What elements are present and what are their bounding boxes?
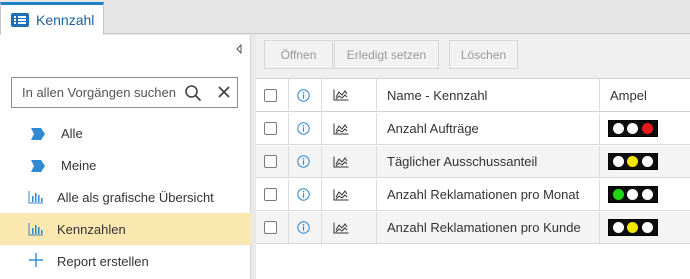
- sidebar-item-grafische-uebersicht[interactable]: Alle als grafische Übersicht: [0, 181, 251, 213]
- column-header-ampel-label: Ampel: [610, 87, 647, 103]
- clear-search-icon[interactable]: [218, 86, 230, 98]
- row-checkbox[interactable]: [264, 122, 277, 135]
- table-row[interactable]: Anzahl Reklamationen pro Monat: [256, 179, 690, 211]
- traffic-light-yellow: [627, 156, 639, 167]
- sidebar-item-meine[interactable]: Meine: [0, 149, 251, 181]
- table-header: Name - Kennzahl Ampel: [256, 78, 690, 112]
- open-button[interactable]: Öffnen: [264, 40, 333, 69]
- main-panel: Öffnen Erledigt setzen Löschen Name - Ke…: [256, 35, 690, 279]
- bar-chart-icon: [28, 223, 43, 236]
- traffic-light-white: [612, 156, 624, 167]
- traffic-light-white: [627, 123, 639, 134]
- search-box: [11, 77, 238, 108]
- traffic-light-indicator: [608, 120, 658, 137]
- collapse-sidebar-icon[interactable]: [235, 44, 243, 54]
- bar-chart-icon: [28, 191, 43, 204]
- column-header-name-label: Name - Kennzahl: [387, 87, 488, 103]
- sidebar-item-label: Alle: [61, 125, 83, 141]
- traffic-light-white: [642, 189, 654, 200]
- kennzahl-name: Anzahl Aufträge: [387, 121, 479, 136]
- tag-icon: [31, 128, 45, 140]
- area-chart-icon[interactable]: [333, 222, 349, 234]
- tab-kennzahl[interactable]: Kennzahl: [0, 2, 104, 35]
- row-checkbox[interactable]: [264, 188, 277, 201]
- traffic-light-white: [612, 222, 624, 233]
- column-header-ampel[interactable]: Ampel: [610, 79, 647, 111]
- traffic-light-white: [642, 156, 654, 167]
- delete-button[interactable]: Löschen: [449, 40, 518, 69]
- info-icon[interactable]: [297, 221, 310, 234]
- info-icon[interactable]: [297, 188, 310, 201]
- tag-icon: [31, 160, 45, 172]
- sidebar-item-alle[interactable]: Alle: [0, 117, 251, 149]
- area-chart-icon[interactable]: [333, 156, 349, 168]
- area-chart-icon[interactable]: [333, 189, 349, 201]
- area-chart-icon: [333, 89, 349, 101]
- info-icon[interactable]: [297, 122, 310, 135]
- traffic-light-green: [612, 189, 624, 200]
- tab-label: Kennzahl: [36, 12, 95, 28]
- plus-icon: [29, 253, 43, 267]
- search-icon[interactable]: [184, 84, 202, 102]
- table-row[interactable]: Anzahl Aufträge: [256, 113, 690, 145]
- sidebar-item-label: Report erstellen: [57, 253, 149, 269]
- traffic-light-indicator: [608, 153, 658, 170]
- search-input[interactable]: [22, 85, 180, 100]
- kennzahl-name: Anzahl Reklamationen pro Kunde: [387, 220, 581, 235]
- info-icon[interactable]: [297, 155, 310, 168]
- column-header-name[interactable]: Name - Kennzahl: [387, 79, 487, 111]
- traffic-light-indicator: [608, 219, 658, 236]
- toolbar: Öffnen Erledigt setzen Löschen: [256, 35, 690, 78]
- tab-bar: Kennzahl: [0, 0, 690, 35]
- select-all-checkbox[interactable]: [264, 88, 277, 102]
- mark-done-button[interactable]: Erledigt setzen: [334, 40, 439, 69]
- sidebar-item-label: Kennzahlen: [57, 221, 126, 237]
- traffic-light-white: [642, 222, 654, 233]
- area-chart-icon[interactable]: [333, 123, 349, 135]
- row-checkbox[interactable]: [264, 155, 277, 168]
- table-row[interactable]: Täglicher Ausschussanteil: [256, 146, 690, 178]
- kennzahl-name: Täglicher Ausschussanteil: [387, 154, 538, 169]
- sidebar-item-report-erstellen[interactable]: Report erstellen: [0, 245, 251, 277]
- sidebar-item-label: Meine: [61, 157, 97, 173]
- sidebar-nav: Alle Meine Alle als grafische Übersicht: [0, 117, 251, 277]
- table-row[interactable]: Anzahl Reklamationen pro Kunde: [256, 212, 690, 244]
- sidebar: Alle Meine Alle als grafische Übersicht: [0, 35, 251, 279]
- list-icon: [11, 13, 29, 27]
- kennzahl-name: Anzahl Reklamationen pro Monat: [387, 187, 580, 202]
- row-checkbox[interactable]: [264, 221, 277, 234]
- info-icon: [297, 88, 310, 102]
- traffic-light-red: [642, 123, 654, 134]
- traffic-light-yellow: [627, 222, 639, 233]
- traffic-light-white: [627, 189, 639, 200]
- sidebar-item-label: Alle als grafische Übersicht: [57, 189, 214, 205]
- kennzahl-table: Name - Kennzahl Ampel Anzahl Aufträge Tä…: [256, 78, 690, 279]
- traffic-light-white: [612, 123, 624, 134]
- sidebar-item-kennzahlen[interactable]: Kennzahlen: [0, 213, 251, 245]
- traffic-light-indicator: [608, 186, 658, 203]
